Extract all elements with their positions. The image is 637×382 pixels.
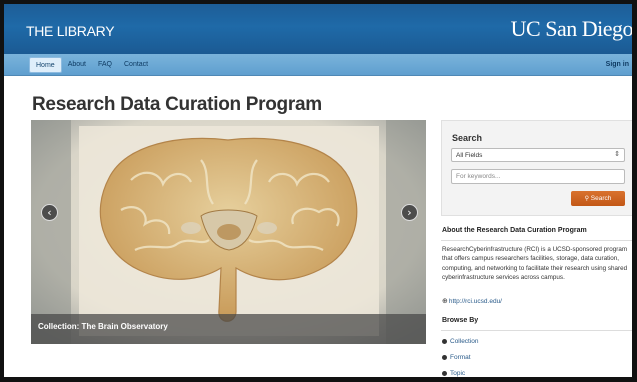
nav-item-contact[interactable]: Contact (118, 57, 154, 73)
search-panel: Search All Fields ⇕ For keywords... ⚲ Se… (441, 120, 632, 216)
nav-item-faq[interactable]: FAQ (92, 57, 118, 73)
keyword-placeholder: For keywords... (456, 173, 501, 180)
search-icon: ⚲ (584, 195, 589, 202)
nav-menu: Home About FAQ Contact (29, 57, 154, 73)
search-field-value: All Fields (456, 152, 483, 159)
brain-slice-image (31, 120, 426, 344)
divider (441, 240, 632, 241)
chevron-left-icon: ‹ (47, 206, 52, 219)
carousel-caption-bar: Collection: The Brain Observatory (31, 314, 426, 344)
about-description: ResearchCyberinfrastructure (RCI) is a U… (442, 246, 628, 282)
image-carousel[interactable]: ‹ › Collection: The Brain Observatory (31, 120, 426, 344)
nav-item-home[interactable]: Home (29, 57, 62, 73)
keyword-input[interactable]: For keywords... (451, 169, 625, 184)
site-header: THE LIBRARY UC San Diego (4, 4, 632, 54)
eye-icon (442, 370, 447, 376)
ucsd-logo[interactable]: UC San Diego (511, 16, 632, 42)
library-logo[interactable]: THE LIBRARY (26, 23, 115, 39)
chevron-right-icon: › (407, 206, 412, 219)
globe-icon: ⊕ (442, 297, 448, 305)
browse-item-label[interactable]: Collection (450, 338, 479, 345)
eye-icon (442, 354, 447, 360)
divider (441, 330, 632, 331)
search-button[interactable]: ⚲ Search (571, 191, 625, 206)
sign-in-link[interactable]: Sign in (606, 61, 629, 68)
search-field-select[interactable]: All Fields ⇕ (451, 148, 625, 162)
nav-bar: Home About FAQ Contact Sign in (4, 54, 632, 76)
browser-frame: THE LIBRARY UC San Diego Home About FAQ … (0, 0, 637, 382)
browse-item-collection[interactable]: Collection (442, 338, 479, 345)
browse-item-topic[interactable]: Topic (442, 370, 465, 377)
carousel-caption[interactable]: Collection: The Brain Observatory (38, 322, 168, 331)
browse-item-label[interactable]: Format (450, 354, 471, 361)
select-arrows-icon: ⇕ (614, 151, 620, 158)
search-button-label: Search (590, 195, 612, 202)
rci-link[interactable]: ⊕http://rci.ucsd.edu/ (442, 297, 502, 305)
browse-item-format[interactable]: Format (442, 354, 471, 361)
rci-link-text[interactable]: http://rci.ucsd.edu/ (449, 298, 502, 305)
eye-icon (442, 338, 447, 344)
about-title: About the Research Data Curation Program (442, 227, 587, 234)
nav-item-about[interactable]: About (62, 57, 92, 73)
browse-title: Browse By (442, 317, 479, 324)
search-title: Search (452, 133, 483, 143)
carousel-next-button[interactable]: › (401, 204, 418, 221)
page-title: Research Data Curation Program (32, 94, 322, 115)
browse-item-label[interactable]: Topic (450, 370, 465, 377)
carousel-prev-button[interactable]: ‹ (41, 204, 58, 221)
